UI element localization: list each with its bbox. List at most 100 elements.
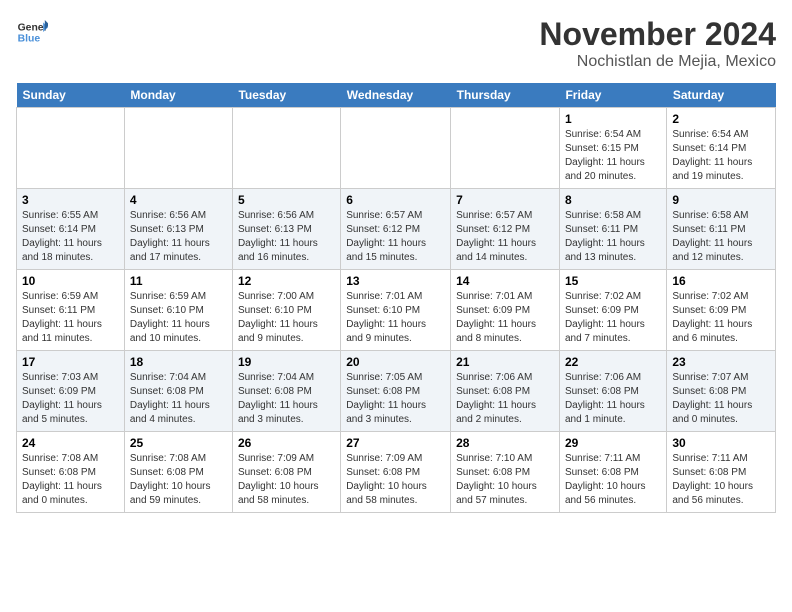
day-info: Sunrise: 7:04 AM Sunset: 6:08 PM Dayligh… — [238, 371, 335, 427]
day-info: Sunrise: 6:58 AM Sunset: 6:11 PM Dayligh… — [565, 209, 661, 265]
day-number: 25 — [130, 436, 227, 450]
location: Nochistlan de Mejia, Mexico — [539, 53, 776, 71]
logo: General Blue — [16, 16, 48, 48]
calendar-cell: 21 Sunrise: 7:06 AM Sunset: 6:08 PM Dayli… — [451, 351, 560, 432]
calendar-cell: 29Sunrise: 7:11 AM Sunset: 6:08 PM Dayli… — [559, 432, 666, 513]
day-info: Sunrise: 7:11 AM Sunset: 6:08 PM Dayligh… — [672, 452, 770, 508]
day-number: 26 — [238, 436, 335, 450]
day-number: 16 — [672, 274, 770, 288]
calendar-cell: 4 Sunrise: 6:56 AM Sunset: 6:13 PM Daylig… — [124, 189, 232, 270]
day-info: Sunrise: 7:11 AM Sunset: 6:08 PM Dayligh… — [565, 452, 661, 508]
day-info: Sunrise: 7:06 AM Sunset: 6:08 PM Dayligh… — [456, 371, 554, 427]
calendar-cell: 1 Sunrise: 6:54 AM Sunset: 6:15 PM Daylig… — [559, 108, 666, 189]
calendar-cell: 18 Sunrise: 7:04 AM Sunset: 6:08 PM Dayli… — [124, 351, 232, 432]
calendar-week-1: 3Sunrise: 6:55 AM Sunset: 6:14 PM Daylig… — [17, 189, 776, 270]
day-info: Sunrise: 7:09 AM Sunset: 6:08 PM Dayligh… — [238, 452, 335, 508]
day-number: 10 — [22, 274, 119, 288]
header-monday: Monday — [124, 83, 232, 108]
calendar-cell: 24 Sunrise: 7:08 AM Sunset: 6:08 PM Dayli… — [17, 432, 125, 513]
day-info: Sunrise: 6:58 AM Sunset: 6:11 PM Dayligh… — [672, 209, 770, 265]
day-number: 27 — [346, 436, 445, 450]
day-number: 21 — [456, 355, 554, 369]
calendar-header-row: Sunday Monday Tuesday Wednesday Thursday… — [17, 83, 776, 108]
calendar-cell — [341, 108, 451, 189]
calendar-cell: 25 Sunrise: 7:08 AM Sunset: 6:08 PM Dayli… — [124, 432, 232, 513]
day-number: 22 — [565, 355, 661, 369]
logo-icon: General Blue — [16, 16, 48, 48]
calendar-cell: 28 Sunrise: 7:10 AM Sunset: 6:08 PM Dayli… — [451, 432, 560, 513]
day-info: Sunrise: 7:01 AM Sunset: 6:10 PM Dayligh… — [346, 290, 445, 346]
day-number: 1 — [565, 112, 661, 126]
day-number: 8 — [565, 193, 661, 207]
calendar-cell: 9 Sunrise: 6:58 AM Sunset: 6:11 PM Daylig… — [667, 189, 776, 270]
svg-text:Blue: Blue — [18, 34, 41, 45]
calendar-cell: 14Sunrise: 7:01 AM Sunset: 6:09 PM Dayli… — [451, 270, 560, 351]
day-info: Sunrise: 7:02 AM Sunset: 6:09 PM Dayligh… — [672, 290, 770, 346]
header-friday: Friday — [559, 83, 666, 108]
day-number: 12 — [238, 274, 335, 288]
day-info: Sunrise: 6:56 AM Sunset: 6:13 PM Dayligh… — [238, 209, 335, 265]
calendar-week-2: 10Sunrise: 6:59 AM Sunset: 6:11 PM Dayli… — [17, 270, 776, 351]
day-info: Sunrise: 7:01 AM Sunset: 6:09 PM Dayligh… — [456, 290, 554, 346]
calendar-cell: 20 Sunrise: 7:05 AM Sunset: 6:08 PM Dayli… — [341, 351, 451, 432]
day-number: 7 — [456, 193, 554, 207]
calendar-cell: 2Sunrise: 6:54 AM Sunset: 6:14 PM Daylig… — [667, 108, 776, 189]
day-number: 28 — [456, 436, 554, 450]
calendar-cell: 12 Sunrise: 7:00 AM Sunset: 6:10 PM Dayli… — [232, 270, 340, 351]
day-number: 17 — [22, 355, 119, 369]
calendar-cell: 23 Sunrise: 7:07 AM Sunset: 6:08 PM Dayli… — [667, 351, 776, 432]
day-info: Sunrise: 7:02 AM Sunset: 6:09 PM Dayligh… — [565, 290, 661, 346]
day-number: 18 — [130, 355, 227, 369]
day-info: Sunrise: 6:57 AM Sunset: 6:12 PM Dayligh… — [456, 209, 554, 265]
day-info: Sunrise: 7:05 AM Sunset: 6:08 PM Dayligh… — [346, 371, 445, 427]
day-info: Sunrise: 7:08 AM Sunset: 6:08 PM Dayligh… — [130, 452, 227, 508]
calendar-cell: 26 Sunrise: 7:09 AM Sunset: 6:08 PM Dayli… — [232, 432, 340, 513]
day-number: 5 — [238, 193, 335, 207]
header-wednesday: Wednesday — [341, 83, 451, 108]
header-saturday: Saturday — [667, 83, 776, 108]
day-number: 13 — [346, 274, 445, 288]
day-info: Sunrise: 6:57 AM Sunset: 6:12 PM Dayligh… — [346, 209, 445, 265]
calendar-cell — [232, 108, 340, 189]
calendar-week-0: 1 Sunrise: 6:54 AM Sunset: 6:15 PM Daylig… — [17, 108, 776, 189]
calendar-cell: 17 Sunrise: 7:03 AM Sunset: 6:09 PM Dayli… — [17, 351, 125, 432]
calendar-cell — [17, 108, 125, 189]
calendar-cell: 30 Sunrise: 7:11 AM Sunset: 6:08 PM Dayli… — [667, 432, 776, 513]
calendar-cell — [124, 108, 232, 189]
header-tuesday: Tuesday — [232, 83, 340, 108]
calendar-cell: 3Sunrise: 6:55 AM Sunset: 6:14 PM Daylig… — [17, 189, 125, 270]
calendar-cell: 27Sunrise: 7:09 AM Sunset: 6:08 PM Dayli… — [341, 432, 451, 513]
calendar-cell: 6 Sunrise: 6:57 AM Sunset: 6:12 PM Daylig… — [341, 189, 451, 270]
calendar-cell: 16 Sunrise: 7:02 AM Sunset: 6:09 PM Dayli… — [667, 270, 776, 351]
calendar-cell: 8 Sunrise: 6:58 AM Sunset: 6:11 PM Daylig… — [559, 189, 666, 270]
day-info: Sunrise: 7:00 AM Sunset: 6:10 PM Dayligh… — [238, 290, 335, 346]
calendar-table: Sunday Monday Tuesday Wednesday Thursday… — [16, 83, 776, 513]
day-info: Sunrise: 7:03 AM Sunset: 6:09 PM Dayligh… — [22, 371, 119, 427]
calendar-cell: 13 Sunrise: 7:01 AM Sunset: 6:10 PM Dayli… — [341, 270, 451, 351]
day-number: 20 — [346, 355, 445, 369]
day-number: 9 — [672, 193, 770, 207]
day-info: Sunrise: 6:56 AM Sunset: 6:13 PM Dayligh… — [130, 209, 227, 265]
day-number: 19 — [238, 355, 335, 369]
calendar-cell: 11Sunrise: 6:59 AM Sunset: 6:10 PM Dayli… — [124, 270, 232, 351]
day-info: Sunrise: 7:04 AM Sunset: 6:08 PM Dayligh… — [130, 371, 227, 427]
day-number: 24 — [22, 436, 119, 450]
day-number: 23 — [672, 355, 770, 369]
title-block: November 2024 Nochistlan de Mejia, Mexic… — [539, 16, 776, 71]
day-info: Sunrise: 7:08 AM Sunset: 6:08 PM Dayligh… — [22, 452, 119, 508]
day-number: 4 — [130, 193, 227, 207]
calendar-week-4: 24 Sunrise: 7:08 AM Sunset: 6:08 PM Dayli… — [17, 432, 776, 513]
calendar-cell — [451, 108, 560, 189]
calendar-cell: 15 Sunrise: 7:02 AM Sunset: 6:09 PM Dayli… — [559, 270, 666, 351]
calendar-cell: 10Sunrise: 6:59 AM Sunset: 6:11 PM Dayli… — [17, 270, 125, 351]
day-info: Sunrise: 7:10 AM Sunset: 6:08 PM Dayligh… — [456, 452, 554, 508]
day-info: Sunrise: 6:54 AM Sunset: 6:15 PM Dayligh… — [565, 128, 661, 184]
day-info: Sunrise: 6:54 AM Sunset: 6:14 PM Dayligh… — [672, 128, 770, 184]
day-info: Sunrise: 6:59 AM Sunset: 6:10 PM Dayligh… — [130, 290, 227, 346]
day-number: 6 — [346, 193, 445, 207]
day-info: Sunrise: 7:07 AM Sunset: 6:08 PM Dayligh… — [672, 371, 770, 427]
day-info: Sunrise: 7:06 AM Sunset: 6:08 PM Dayligh… — [565, 371, 661, 427]
day-number: 15 — [565, 274, 661, 288]
day-number: 30 — [672, 436, 770, 450]
header-thursday: Thursday — [451, 83, 560, 108]
